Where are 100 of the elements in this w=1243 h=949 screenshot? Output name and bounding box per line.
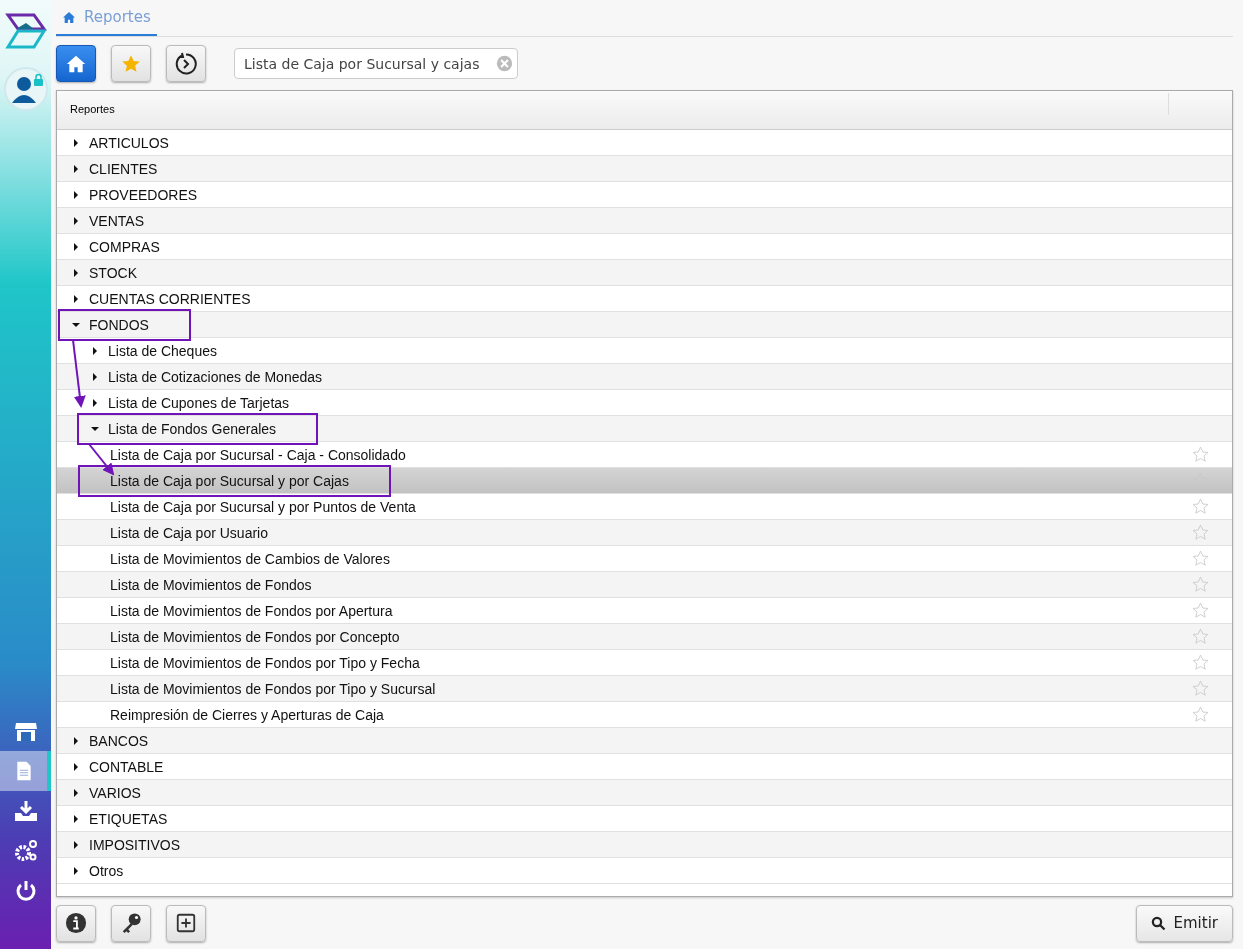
tree-label: PROVEEDORES [89,186,198,203]
history-icon [174,51,198,76]
tree-label: Lista de Movimientos de Fondos por Concepto [110,628,400,645]
emitir-button[interactable]: Emitir [1135,904,1233,942]
column-header: Reportes [69,102,116,117]
tree-label: ETIQUETAS [89,810,168,827]
report-row[interactable]: Lista de Caja por Sucursal - Caja - Consolidado [57,442,1232,468]
tree-label: BANCOS [89,732,149,749]
tree-label: IMPOSITIVOS [89,836,180,853]
info-button[interactable] [56,904,96,942]
tree-row[interactable]: STOCK [57,260,1232,286]
tree-label: STOCK [89,264,137,281]
tree-row[interactable]: COMPRAS [57,234,1232,260]
tree-row[interactable]: Otros [57,858,1232,884]
plus-button[interactable] [166,904,206,942]
report-row[interactable]: Lista de Movimientos de Fondos [57,572,1232,598]
tree-label: Lista de Caja por Sucursal - Caja - Consolidado [110,446,406,463]
report-row[interactable]: Lista de Caja por Sucursal y por Cajas [57,468,1232,494]
tree-label: CUENTAS CORRIENTES [89,290,251,307]
caret-down-icon[interactable] [91,424,99,433]
caret-right-icon[interactable] [72,294,80,303]
tree-row[interactable]: CUENTAS CORRIENTES [57,286,1232,312]
tree-label: Reimpresión de Cierres y Aperturas de Caja [110,706,384,723]
history-button[interactable] [166,45,206,82]
caret-down-icon[interactable] [72,320,80,329]
tree-label: Lista de Cupones de Tarjetas [108,394,290,411]
caret-right-icon[interactable] [72,840,80,849]
tree-label: Lista de Movimientos de Fondos por Tipo y Sucursal [110,680,436,697]
report-row[interactable]: Lista de Movimientos de Fondos por Tipo y Fecha [57,650,1232,676]
home-icon [66,53,86,74]
tree-row[interactable]: ARTICULOS [57,130,1232,156]
report-row[interactable]: Lista de Movimientos de Fondos por Tipo y Sucursal [57,676,1232,702]
search-icon [1150,915,1166,931]
tree-row[interactable]: VARIOS [57,780,1232,806]
tree-label: VARIOS [89,784,141,801]
tree-label: VENTAS [89,212,144,229]
tree-row[interactable]: CONTABLE [57,754,1232,780]
tree-label: Lista de Fondos Generales [108,420,277,437]
report-row[interactable]: Lista de Caja por Usuario [57,520,1232,546]
tree-row[interactable]: Lista de Cheques [57,338,1232,364]
caret-right-icon[interactable] [72,138,80,147]
tree-row[interactable]: BANCOS [57,728,1232,754]
star-icon[interactable] [1192,680,1209,697]
star-icon[interactable] [1192,524,1209,541]
caret-right-icon[interactable] [72,762,80,771]
report-row[interactable]: Lista de Movimientos de Cambios de Valores [57,546,1232,572]
star-icon[interactable] [1192,602,1209,619]
star-icon[interactable] [1192,706,1209,723]
report-row[interactable]: Lista de Caja por Sucursal y por Puntos de Venta [57,494,1232,520]
caret-right-icon[interactable] [72,736,80,745]
tree-row[interactable]: PROVEEDORES [57,182,1232,208]
tree-row[interactable]: Lista de Cupones de Tarjetas [57,390,1232,416]
tree-row[interactable]: Lista de Cotizaciones de Monedas [57,364,1232,390]
user-avatar-icon[interactable] [3,67,48,111]
report-row[interactable]: Lista de Movimientos de Fondos por Concepto [57,624,1232,650]
tree-row[interactable]: FONDOS [57,312,1232,338]
tree-label: Lista de Caja por Usuario [110,524,268,541]
tree-label: Lista de Movimientos de Fondos por Tipo y Fecha [110,654,420,671]
tree-row[interactable]: Lista de Fondos Generales [57,416,1232,442]
info-icon [65,912,87,934]
report-row[interactable]: Reimpresión de Cierres y Aperturas de Caja [57,702,1232,728]
caret-right-icon[interactable] [72,866,80,875]
tree-label: CONTABLE [89,758,164,775]
tree-label: Lista de Movimientos de Cambios de Valores [110,550,390,567]
plus-icon [175,912,197,934]
star-icon[interactable] [1192,550,1209,567]
report-row[interactable]: Lista de Movimientos de Fondos por Apertura [57,598,1232,624]
star-icon[interactable] [1192,498,1209,515]
caret-right-icon[interactable] [72,164,80,173]
tree-label: Lista de Caja por Sucursal y por Puntos de Venta [110,498,416,515]
tree-label: Lista de Cotizaciones de Monedas [108,368,323,385]
star-icon [121,53,141,74]
tree-label: Lista de Movimientos de Fondos [110,576,312,593]
caret-right-icon[interactable] [72,788,80,797]
tree-row[interactable]: VENTAS [57,208,1232,234]
caret-right-icon[interactable] [91,372,99,381]
home-button[interactable] [56,45,96,82]
star-icon[interactable] [1192,654,1209,671]
star-icon[interactable] [1192,628,1209,645]
star-icon[interactable] [1192,576,1209,593]
tree-label: Lista de Movimientos de Fondos por Apertura [110,602,393,619]
tree-row[interactable]: CLIENTES [57,156,1232,182]
key-button[interactable] [111,904,151,942]
tree-row[interactable]: IMPOSITIVOS [57,832,1232,858]
caret-right-icon[interactable] [72,268,80,277]
tree-label: Lista de Cheques [108,342,217,359]
caret-right-icon[interactable] [72,190,80,199]
key-icon [120,912,142,934]
tree-label: CLIENTES [89,160,158,177]
search-field[interactable]: Lista de Caja por Sucursal y cajas [234,48,518,79]
caret-right-icon[interactable] [72,242,80,251]
caret-right-icon[interactable] [72,814,80,823]
tree-label: ARTICULOS [89,134,169,151]
caret-right-icon[interactable] [72,216,80,225]
caret-right-icon[interactable] [91,346,99,355]
tree-label: COMPRAS [89,238,160,255]
tree-row[interactable]: ETIQUETAS [57,806,1232,832]
star-button[interactable] [111,45,151,82]
caret-right-icon[interactable] [91,398,99,407]
star-icon[interactable] [1192,446,1209,463]
